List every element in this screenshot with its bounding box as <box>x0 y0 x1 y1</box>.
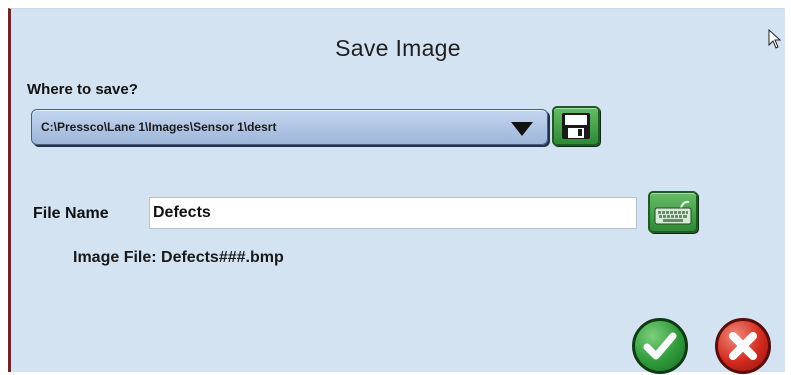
checkmark-icon <box>643 332 677 360</box>
image-file-name-preview: Image File: Defects###.bmp <box>73 249 284 266</box>
keyboard-icon <box>654 200 692 225</box>
dialog-title: Save Image <box>335 35 461 61</box>
on-screen-keyboard-button[interactable] <box>648 191 698 233</box>
selected-path-text: C:\Pressco\Lane 1\Images\Sensor 1\desrt <box>41 120 277 134</box>
floppy-disk-icon <box>562 113 590 139</box>
save-image-dialog: Save Image Where to save? C:\Pressco\Lan… <box>8 8 785 374</box>
ok-button[interactable] <box>632 318 688 374</box>
where-to-save-label: Where to save? <box>27 81 138 98</box>
close-x-icon <box>729 332 757 360</box>
save-to-folder-button[interactable] <box>552 106 600 146</box>
save-path-dropdown[interactable]: C:\Pressco\Lane 1\Images\Sensor 1\desrt <box>31 109 548 145</box>
dropdown-arrow-icon <box>511 122 533 136</box>
cancel-button[interactable] <box>715 318 771 374</box>
file-name-input[interactable] <box>149 197 637 229</box>
mouse-pointer-icon <box>768 29 782 49</box>
file-name-label: File Name <box>33 205 109 222</box>
screen: Save Image Where to save? C:\Pressco\Lan… <box>0 0 791 375</box>
